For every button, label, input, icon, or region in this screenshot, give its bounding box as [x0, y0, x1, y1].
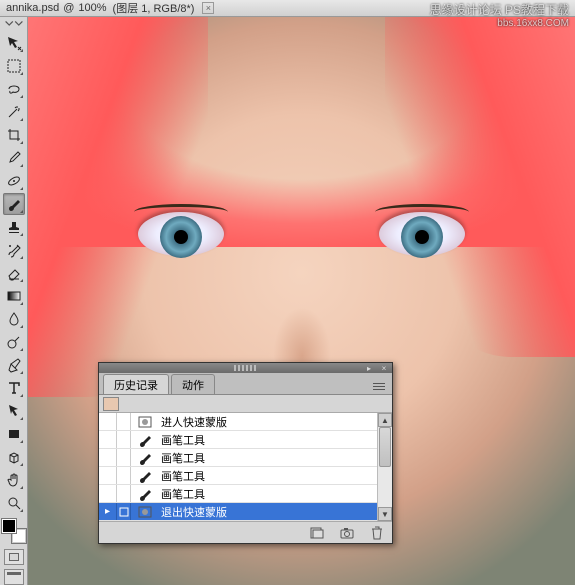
- path-select-tool[interactable]: [3, 400, 25, 422]
- hand-tool[interactable]: [3, 469, 25, 491]
- history-step-icon: [135, 468, 155, 484]
- move-tool[interactable]: [3, 32, 25, 54]
- 3d-tool[interactable]: [3, 446, 25, 468]
- snapshot-thumb: [103, 397, 119, 411]
- history-row[interactable]: 画笔工具: [99, 485, 392, 503]
- history-brush-tool[interactable]: [3, 239, 25, 261]
- history-source-col[interactable]: [99, 467, 117, 484]
- panel-footer: [99, 521, 392, 543]
- stamp-tool[interactable]: [3, 216, 25, 238]
- quickmask-toggle[interactable]: [4, 549, 24, 565]
- gradient-tool[interactable]: [3, 285, 25, 307]
- history-source-col[interactable]: ▸: [99, 503, 117, 520]
- history-step-icon: [135, 450, 155, 466]
- zoom-tool[interactable]: [3, 492, 25, 514]
- history-scrollbar[interactable]: ▲ ▼: [377, 413, 392, 521]
- color-swatches[interactable]: [2, 519, 26, 543]
- toolbox-expand[interactable]: [2, 19, 26, 29]
- screenmode-toggle[interactable]: [4, 569, 24, 585]
- eraser-tool[interactable]: [3, 262, 25, 284]
- foreground-color-swatch[interactable]: [2, 519, 16, 533]
- zoom-level: 100%: [78, 2, 106, 14]
- history-brush-src-col[interactable]: [117, 485, 131, 502]
- panel-close-button[interactable]: ×: [379, 364, 389, 372]
- history-brush-src-col[interactable]: [117, 503, 131, 520]
- eyedropper-tool[interactable]: [3, 147, 25, 169]
- snapshot-icon[interactable]: [338, 525, 356, 541]
- healing-tool[interactable]: [3, 170, 25, 192]
- panel-drag-bar[interactable]: ▸ ×: [99, 363, 392, 373]
- history-row[interactable]: 画笔工具: [99, 431, 392, 449]
- pen-tool[interactable]: [3, 354, 25, 376]
- history-step-label: 画笔工具: [159, 486, 392, 502]
- lasso-tool[interactable]: [3, 78, 25, 100]
- history-source-col[interactable]: [99, 485, 117, 502]
- new-doc-from-state-icon[interactable]: [308, 525, 326, 541]
- history-step-icon: [135, 504, 155, 520]
- history-step-icon: [135, 486, 155, 502]
- history-row[interactable]: 进人快速蒙版: [99, 413, 392, 431]
- filename: annika.psd: [6, 2, 59, 14]
- history-step-label: 画笔工具: [159, 432, 392, 448]
- history-step-label: 画笔工具: [159, 468, 392, 484]
- tab-actions[interactable]: 动作: [171, 374, 215, 394]
- history-brush-src-col[interactable]: [117, 449, 131, 466]
- brush-tool[interactable]: [3, 193, 25, 215]
- watermark: 思缘设计论坛 PS教程下载 bbs.16xx8.COM: [430, 3, 569, 31]
- panel-flyout-menu[interactable]: [370, 380, 388, 394]
- close-tab-button[interactable]: ×: [202, 2, 214, 14]
- crop-tool[interactable]: [3, 124, 25, 146]
- shape-tool[interactable]: [3, 423, 25, 445]
- history-step-icon: [135, 432, 155, 448]
- history-step-label: 退出快速蒙版: [159, 504, 392, 520]
- history-row[interactable]: 画笔工具: [99, 467, 392, 485]
- history-row[interactable]: 画笔工具: [99, 449, 392, 467]
- type-tool[interactable]: [3, 377, 25, 399]
- panel-collapse-button[interactable]: ▸: [364, 364, 374, 372]
- scroll-down-button[interactable]: ▼: [378, 507, 392, 521]
- canvas[interactable]: ▸ × 历史记录 动作 进人快速蒙版画笔工具画笔工具画笔工具画笔工具▸退出快速蒙…: [28, 17, 575, 585]
- toolbox: [0, 17, 28, 585]
- history-step-icon: [135, 414, 155, 430]
- history-brush-src-col[interactable]: [117, 413, 131, 430]
- snapshot-row[interactable]: [99, 395, 392, 413]
- history-step-label: 画笔工具: [159, 450, 392, 466]
- trash-icon[interactable]: [368, 525, 386, 541]
- wand-tool[interactable]: [3, 101, 25, 123]
- blur-tool[interactable]: [3, 308, 25, 330]
- history-brush-src-col[interactable]: [117, 467, 131, 484]
- scroll-thumb[interactable]: [379, 427, 391, 467]
- history-source-col[interactable]: [99, 449, 117, 466]
- history-source-col[interactable]: [99, 413, 117, 430]
- history-list: 进人快速蒙版画笔工具画笔工具画笔工具画笔工具▸退出快速蒙版 ▲ ▼: [99, 413, 392, 521]
- layer-info: (图层 1, RGB/8*): [113, 0, 195, 16]
- tab-history[interactable]: 历史记录: [103, 374, 169, 394]
- history-step-label: 进人快速蒙版: [159, 414, 392, 430]
- history-panel: ▸ × 历史记录 动作 进人快速蒙版画笔工具画笔工具画笔工具画笔工具▸退出快速蒙…: [98, 362, 393, 544]
- history-source-col[interactable]: [99, 431, 117, 448]
- marquee-tool[interactable]: [3, 55, 25, 77]
- history-row[interactable]: ▸ 退出快速蒙版: [99, 503, 392, 521]
- dodge-tool[interactable]: [3, 331, 25, 353]
- scroll-up-button[interactable]: ▲: [378, 413, 392, 427]
- history-brush-src-col[interactable]: [117, 431, 131, 448]
